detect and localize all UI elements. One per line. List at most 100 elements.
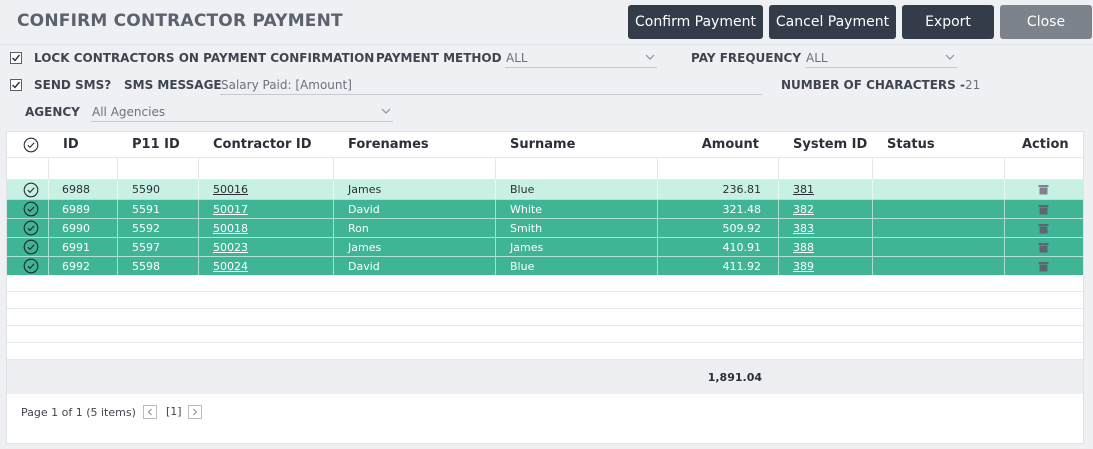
table-row[interactable]: 6988 5590 50016 James Blue 236.81 381: [7, 180, 1083, 199]
page-title: CONFIRM CONTRACTOR PAYMENT: [17, 11, 343, 31]
table-row[interactable]: 6991 5597 50023 James James 410.91 388: [7, 237, 1083, 256]
cell-forenames: David: [348, 257, 380, 275]
chevron-right-icon: [193, 408, 198, 416]
column-header-surname[interactable]: Surname: [510, 132, 575, 157]
cell-contractor[interactable]: 50023: [213, 238, 248, 256]
column-header-contractor-id[interactable]: Contractor ID: [213, 132, 312, 157]
delete-row-button[interactable]: [1038, 219, 1049, 237]
grid-filter-row: [7, 158, 1083, 179]
cell-system[interactable]: 388: [793, 238, 814, 256]
cell-amount: 410.91: [722, 240, 762, 254]
column-header-action: Action: [1022, 137, 1069, 152]
column-header-p11-id[interactable]: P11 ID: [132, 132, 180, 157]
column-header-forenames[interactable]: Forenames: [348, 132, 429, 157]
cell-system-link[interactable]: 383: [793, 222, 814, 235]
cell-forenames: David: [348, 259, 380, 273]
table-row[interactable]: 6989 5591 50017 David White 321.48 382: [7, 199, 1083, 218]
column-header-status[interactable]: Status: [887, 132, 935, 157]
select-all-checkbox[interactable]: [23, 132, 39, 157]
cell-amount: 236.81: [723, 180, 762, 199]
cell-p11: 5591: [132, 202, 160, 216]
cancel-payment-button[interactable]: Cancel Payment: [769, 5, 896, 39]
sms-message-input[interactable]: Salary Paid: [Amount]: [220, 77, 762, 95]
confirm-payment-button[interactable]: Confirm Payment: [628, 5, 763, 39]
cell-amount: 411.92: [723, 257, 762, 275]
row-select-checkbox[interactable]: [23, 257, 39, 275]
send-sms-label: SEND SMS?: [34, 78, 112, 92]
agency-value: All Agencies: [92, 105, 166, 119]
cell-contractor[interactable]: 50017: [213, 200, 248, 218]
cell-system[interactable]: 383: [793, 219, 814, 237]
cell-contractor-link[interactable]: 50016: [213, 183, 248, 196]
next-page-button[interactable]: [188, 405, 202, 419]
cell-system[interactable]: 382: [793, 200, 814, 218]
row-select-checkbox[interactable]: [23, 219, 39, 237]
cell-p11: 5590: [132, 183, 160, 196]
delete-row-button[interactable]: [1038, 180, 1049, 199]
cell-id: 6991: [62, 238, 90, 256]
current-page[interactable]: [1]: [166, 405, 182, 418]
cell-system-link[interactable]: 388: [793, 241, 814, 254]
pay-frequency-select[interactable]: ALL: [805, 50, 957, 68]
row-select-checkbox[interactable]: [23, 200, 39, 218]
export-button[interactable]: Export: [902, 5, 994, 39]
cell-amount: 321.48: [722, 202, 762, 216]
cell-contractor-link[interactable]: 50023: [213, 241, 248, 254]
column-header-amount[interactable]: Amount: [702, 132, 759, 157]
cell-id: 6992: [62, 257, 90, 275]
cell-forenames: David: [348, 200, 380, 218]
chevron-left-icon: [147, 408, 152, 416]
cell-p11: 5592: [132, 219, 160, 237]
table-row[interactable]: 6990 5592 50018 Ron Smith 509.92 383: [7, 218, 1083, 237]
cell-p11: 5598: [132, 259, 160, 273]
cell-contractor-link[interactable]: 50017: [213, 203, 248, 216]
cell-surname: Smith: [510, 221, 543, 235]
trash-icon: [1038, 185, 1049, 195]
chevron-down-icon: [945, 54, 955, 60]
cell-forenames: James: [348, 183, 382, 196]
cell-id: 6988: [62, 183, 90, 196]
payments-grid: ID P11 ID Contractor ID Forenames Surnam…: [6, 131, 1084, 444]
payment-method-select[interactable]: ALL: [505, 50, 657, 68]
amount-total: 1,891.04: [707, 370, 762, 384]
cell-system[interactable]: 381: [793, 180, 814, 199]
cell-contractor-link[interactable]: 50024: [213, 260, 248, 273]
check-circle-icon: [23, 220, 39, 236]
cell-contractor[interactable]: 50016: [213, 180, 248, 199]
pay-frequency-value: ALL: [806, 51, 828, 65]
cell-system[interactable]: 389: [793, 257, 814, 275]
row-select-checkbox[interactable]: [23, 238, 39, 256]
delete-row-button[interactable]: [1038, 238, 1049, 256]
cell-surname: James: [510, 240, 544, 254]
column-header-id[interactable]: ID: [63, 132, 79, 157]
cell-forenames: Ron: [348, 219, 369, 237]
row-select-checkbox[interactable]: [23, 180, 39, 199]
delete-row-button[interactable]: [1038, 200, 1049, 218]
cell-id: 6991: [62, 240, 90, 254]
close-button[interactable]: Close: [1000, 5, 1092, 39]
cell-amount: 411.92: [722, 259, 762, 273]
check-circle-icon: [23, 182, 39, 197]
cell-forenames: Ron: [348, 221, 369, 235]
delete-row-button[interactable]: [1038, 257, 1049, 275]
send-sms-checkbox[interactable]: [10, 79, 22, 91]
lock-contractors-checkbox[interactable]: [10, 52, 22, 64]
grid-footer: 1,891.04: [7, 360, 1083, 394]
cell-system-link[interactable]: 382: [793, 203, 814, 216]
sms-message-value: Salary Paid: [Amount]: [221, 78, 352, 92]
cell-contractor[interactable]: 50018: [213, 219, 248, 237]
column-header-system-id[interactable]: System ID: [793, 132, 867, 157]
cell-id: 6988: [62, 180, 90, 199]
sms-message-label: SMS MESSAGE: [124, 78, 222, 92]
cell-system-link[interactable]: 381: [793, 183, 814, 196]
prev-page-button[interactable]: [143, 405, 157, 419]
trash-icon: [1038, 204, 1049, 214]
table-row[interactable]: 6992 5598 50024 David Blue 411.92 389: [7, 256, 1083, 275]
cell-amount: 236.81: [722, 183, 762, 196]
chevron-down-icon: [381, 108, 391, 114]
payment-method-label: PAYMENT METHOD: [376, 51, 502, 65]
cell-contractor[interactable]: 50024: [213, 257, 248, 275]
cell-contractor-link[interactable]: 50018: [213, 222, 248, 235]
cell-system-link[interactable]: 389: [793, 260, 814, 273]
agency-select[interactable]: All Agencies: [91, 104, 393, 122]
